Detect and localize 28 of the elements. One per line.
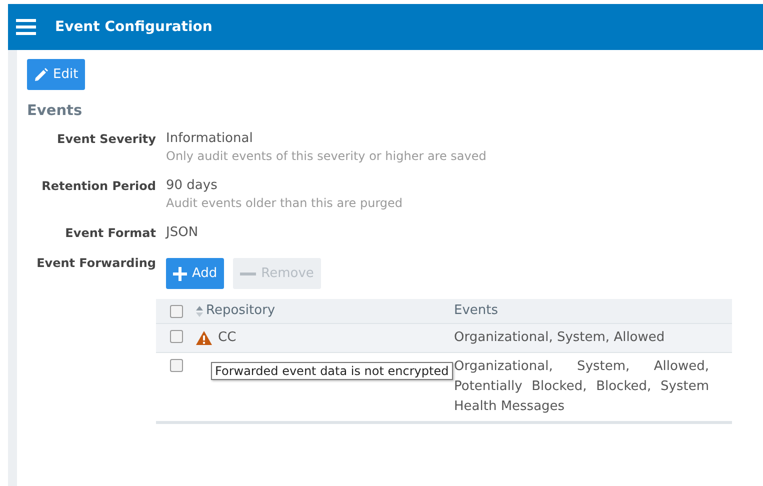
table-row[interactable]: Forwarded event data is not encrypted Organizational, System, Allowed, Potentially Blocked, Blocked, System Health Messages bbox=[156, 353, 732, 422]
field-label: Event Format bbox=[64, 225, 156, 242]
column-header: Events bbox=[454, 303, 498, 318]
checkbox[interactable] bbox=[170, 330, 182, 343]
field-hint: Audit events older than this are purged bbox=[166, 195, 404, 212]
section-title: Events bbox=[27, 103, 84, 119]
field-value: 90 days bbox=[166, 177, 218, 195]
field-label: Retention Period bbox=[40, 178, 156, 195]
field-label: Event Forwarding bbox=[36, 255, 156, 272]
tooltip: Forwarded event data is not encrypted bbox=[211, 362, 453, 380]
checkbox[interactable] bbox=[170, 304, 182, 318]
column-header[interactable]: Repository bbox=[206, 301, 276, 321]
plus-icon bbox=[173, 266, 187, 280]
add-button[interactable]: Add bbox=[166, 258, 224, 289]
field-hint: Only audit events of this severity or higher are saved bbox=[166, 148, 488, 165]
table-cell-text: Organizational, System, Allowed, Potentially Blocked, Blocked, System Health Messages bbox=[454, 358, 709, 416]
table-cell-text: CC bbox=[218, 329, 236, 347]
checkbox[interactable] bbox=[170, 359, 182, 372]
sort-icon[interactable] bbox=[196, 306, 203, 316]
pencil-icon bbox=[34, 68, 48, 82]
table-cell-text: Organizational, System, Allowed bbox=[454, 329, 666, 347]
table-row[interactable]: CC Organizational, System, Allowed bbox=[156, 324, 732, 353]
field-value: JSON bbox=[166, 224, 200, 242]
edit-button[interactable]: Edit bbox=[27, 59, 86, 90]
menu-icon[interactable] bbox=[16, 19, 36, 35]
field-label: Event Severity bbox=[56, 131, 156, 148]
field-value: Informational bbox=[166, 130, 254, 148]
page-title: Event Configuration bbox=[55, 19, 212, 35]
